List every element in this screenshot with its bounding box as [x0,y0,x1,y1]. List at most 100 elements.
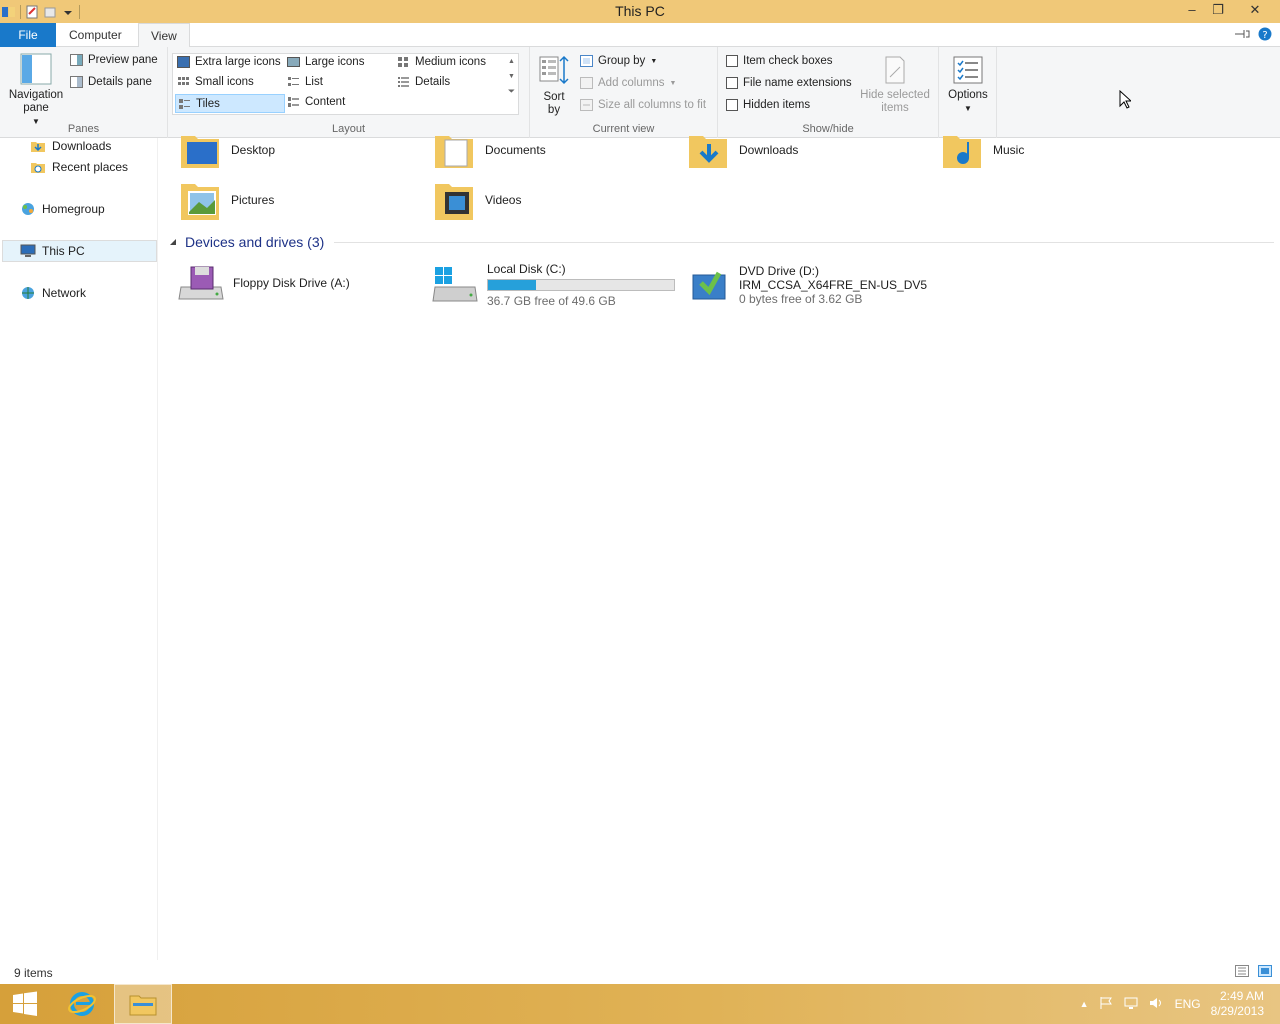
network-tray-icon[interactable] [1123,996,1139,1013]
drive-tile-dvd-d[interactable]: DVD Drive (D:) IRM_CCSA_X64FRE_EN-US_DV5… [689,260,989,310]
hidden-items-checkbox[interactable] [726,99,738,111]
expand-gallery-icon[interactable]: ⏷ [505,86,518,97]
hidden-items-toggle[interactable]: Hidden items [726,99,810,111]
drive-label: IRM_CCSA_X64FRE_EN-US_DV5 [739,278,928,292]
collapse-arrow-icon[interactable] [169,238,177,246]
drive-usage-bar [487,279,675,291]
drive-tile-floppy[interactable]: Floppy Disk Drive (A:) [177,260,417,306]
layout-gallery: Extra large icons Large icons Medium ico… [172,53,519,115]
layout-small-icons[interactable]: Small icons [177,76,254,88]
navigation-pane-button[interactable]: Navigation pane ▼ [6,53,66,128]
nav-item-recent-places[interactable]: Recent places [30,159,128,175]
layout-gallery-scroll[interactable]: ▲ ▼ ⏷ [505,54,518,114]
layout-tiles[interactable]: Tiles [175,94,285,113]
help-icon[interactable]: ? [1258,27,1272,44]
add-columns-button[interactable]: Add columns ▼ [580,77,676,89]
details-pane-button[interactable]: Details pane [70,76,152,88]
tab-view[interactable]: View [138,23,190,48]
drive-name: Floppy Disk Drive (A:) [233,276,350,290]
details-icon [398,77,409,87]
size-columns-icon [580,99,593,111]
size-all-columns-button[interactable]: Size all columns to fit [580,99,706,111]
medium-icons-icon [398,57,408,67]
preview-pane-icon [70,54,83,66]
nav-item-downloads[interactable]: Downloads [30,138,111,154]
title-bar: This PC – ❐ ✕ [0,0,1280,23]
floppy-drive-icon [178,266,224,300]
nav-item-homegroup[interactable]: Homegroup [20,201,105,217]
input-language-indicator[interactable]: ENG [1175,997,1201,1011]
volume-icon[interactable] [1149,996,1165,1013]
navigation-pane-icon [20,53,52,85]
folder-tile-desktop[interactable]: Desktop [179,130,419,170]
ribbon-tabs: File Computer View [0,23,1280,48]
drive-free-space: 0 bytes free of 3.62 GB [739,292,863,306]
action-center-flag-icon[interactable] [1099,996,1113,1013]
item-check-boxes-toggle[interactable]: Item check boxes [726,55,832,67]
layout-content[interactable]: Content [287,96,345,108]
preview-pane-button[interactable]: Preview pane [70,54,158,66]
close-button[interactable]: ✕ [1240,0,1270,22]
tab-file[interactable]: File [0,23,56,47]
large-icons-view-icon[interactable] [1258,965,1272,980]
folder-tile-downloads[interactable]: Downloads [687,130,927,170]
list-icon [288,77,299,86]
group-by-button[interactable]: Group by ▼ [580,55,657,67]
layout-list[interactable]: List [287,76,323,88]
mouse-cursor-icon [1119,89,1133,112]
nav-item-label: Recent places [52,160,129,174]
folder-tile-music[interactable]: Music [941,130,1181,170]
small-icons-icon [178,77,189,85]
videos-folder-icon [435,184,473,220]
clock-time: 2:49 AM [1219,989,1264,1003]
devices-group-header[interactable]: Devices and drives (3) [169,234,324,250]
folder-tile-documents[interactable]: Documents [433,130,673,170]
folder-name: Desktop [231,143,276,157]
options-button[interactable]: Options ▼ [945,55,991,115]
dropdown-arrow-icon: ▼ [964,104,972,113]
hide-selected-items-icon [885,56,905,84]
layout-extra-large-icons[interactable]: Extra large icons [177,56,281,68]
layout-details[interactable]: Details [397,76,450,88]
ribbon-help-area: ? [1234,27,1272,44]
details-view-icon[interactable] [1235,965,1249,980]
group-current-view: Sort by Group by ▼ Add columns ▼ Size al… [530,47,718,138]
layout-medium-icons[interactable]: Medium icons [397,56,486,68]
clock[interactable]: 2:49 AM 8/29/2013 [1211,989,1264,1019]
documents-folder-icon [435,136,473,168]
maximize-button[interactable]: ❐ [1203,0,1233,22]
show-hidden-icons-icon[interactable]: ▲ [1080,999,1089,1009]
file-name-extensions-toggle[interactable]: File name extensions [726,77,852,89]
scroll-down-icon[interactable]: ▼ [505,73,518,80]
desktop-folder-icon [181,136,219,168]
large-icons-icon [287,57,300,67]
scroll-up-icon[interactable]: ▲ [505,58,518,65]
file-name-extensions-checkbox[interactable] [726,77,738,89]
nav-item-this-pc[interactable]: This PC [2,240,157,262]
tab-computer[interactable]: Computer [57,23,134,47]
drive-tile-local-disk-c[interactable]: Local Disk (C:) 36.7 GB free of 49.6 GB [431,260,681,310]
hide-selected-items-button[interactable]: Hide selected items [858,55,932,115]
internet-explorer-button[interactable] [58,984,106,1024]
devices-group-label: Devices and drives (3) [185,234,325,250]
folder-tile-pictures[interactable]: Pictures [179,178,419,222]
start-button[interactable] [0,984,50,1024]
folder-tile-videos[interactable]: Videos [433,178,673,222]
item-check-boxes-checkbox[interactable] [726,55,738,67]
sort-by-button[interactable]: Sort by [538,55,570,117]
folder-name: Documents [485,143,546,157]
windows-logo-icon [13,991,37,1016]
hidden-items-label: Hidden items [743,99,811,111]
group-panes: Navigation pane ▼ Preview pane Details p… [0,47,168,138]
minimize-ribbon-icon[interactable] [1234,28,1250,43]
layout-large-icons[interactable]: Large icons [287,56,364,68]
panes-group-label: Panes [67,123,100,135]
group-divider [334,242,1274,243]
nav-item-network[interactable]: Network [20,285,86,301]
dvd-drive-icon [692,271,726,300]
layout-option-label: Large icons [305,56,365,68]
details-pane-label: Details pane [88,76,152,88]
file-explorer-button[interactable] [114,984,172,1024]
system-tray: ▲ ENG 2:49 AM 8/29/2013 [1080,984,1280,1024]
recent-places-icon [31,163,45,173]
